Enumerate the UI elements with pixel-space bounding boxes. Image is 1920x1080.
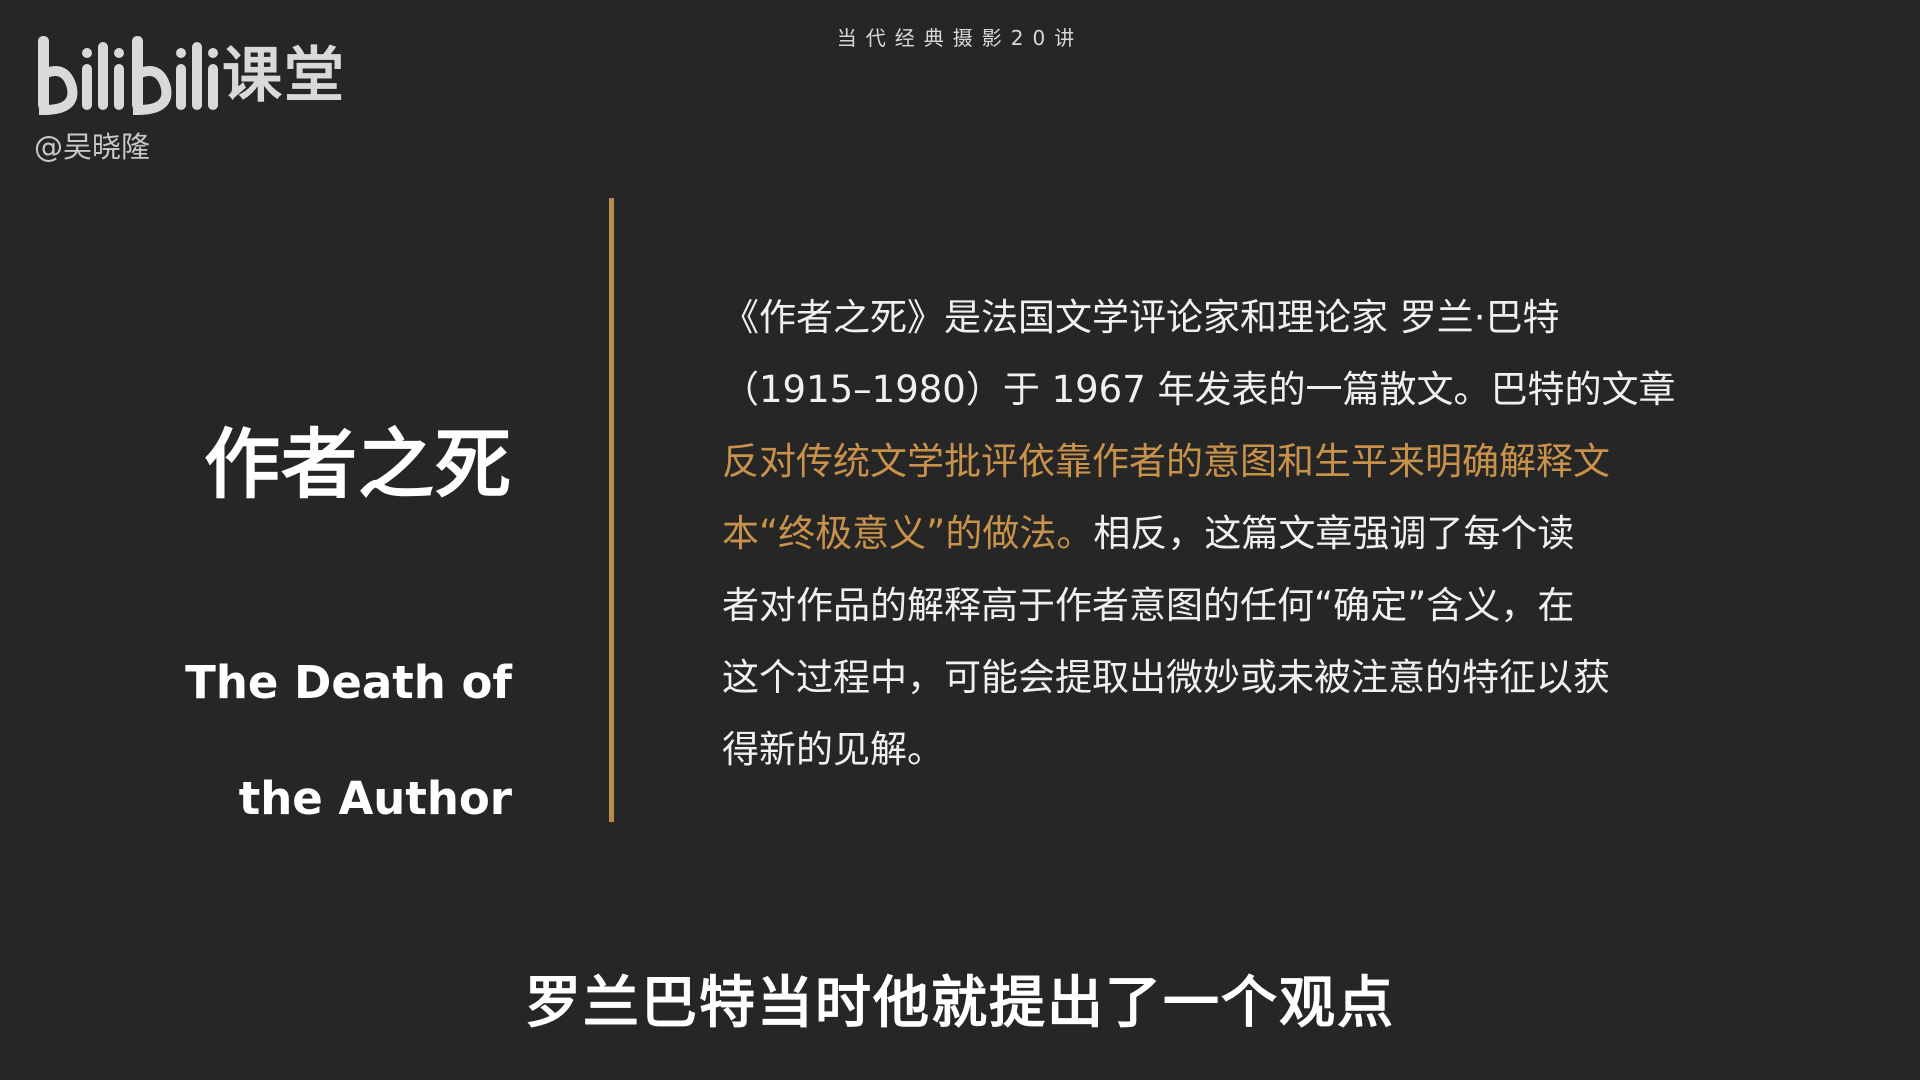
description-highlight-line: 反对传统文学批评依靠作者的意图和生平来明确解释文 xyxy=(722,440,1610,483)
description-line: 得新的见解。 xyxy=(722,728,944,771)
video-frame: 当代经典摄影20讲 课堂 @吴晓隆 作者之死 The Death of the … xyxy=(0,0,1920,1080)
video-subtitle: 罗兰巴特当时他就提出了一个观点 xyxy=(525,971,1395,1036)
description-highlight-text: 本“终极意义”的做法。 xyxy=(722,512,1094,555)
slide-title-en-line2: the Author xyxy=(238,772,512,825)
uploader-handle: @吴晓隆 xyxy=(34,130,151,164)
description-line: 《作者之死》是法国文学评论家和理论家 罗兰·巴特 xyxy=(722,296,1560,339)
slide-description: 《作者之死》是法国文学评论家和理论家 罗兰·巴特 （1915–1980）于 19… xyxy=(722,282,1712,786)
description-line: （1915–1980）于 1967 年发表的一篇散文。巴特的文章 xyxy=(722,368,1676,411)
vertical-divider xyxy=(609,198,614,822)
description-text: 相反，这篇文章强调了每个读 xyxy=(1093,512,1575,555)
slide-title-en: The Death of the Author xyxy=(185,596,512,886)
logo-suffix: 课堂 xyxy=(222,41,346,111)
description-line: 这个过程中，可能会提取出微妙或未被注意的特征以获 xyxy=(722,656,1610,699)
slide-title-en-line1: The Death of xyxy=(185,656,512,709)
description-line-mixed: 本“终极意义”的做法。相反，这篇文章强调了每个读 xyxy=(722,498,1712,570)
bilibili-logo: 课堂 xyxy=(36,34,366,116)
description-line: 者对作品的解释高于作者意图的任何“确定”含义，在 xyxy=(722,584,1575,627)
slide-title-block: 作者之死 The Death of the Author xyxy=(185,420,512,886)
slide-title-zh: 作者之死 xyxy=(204,420,512,509)
